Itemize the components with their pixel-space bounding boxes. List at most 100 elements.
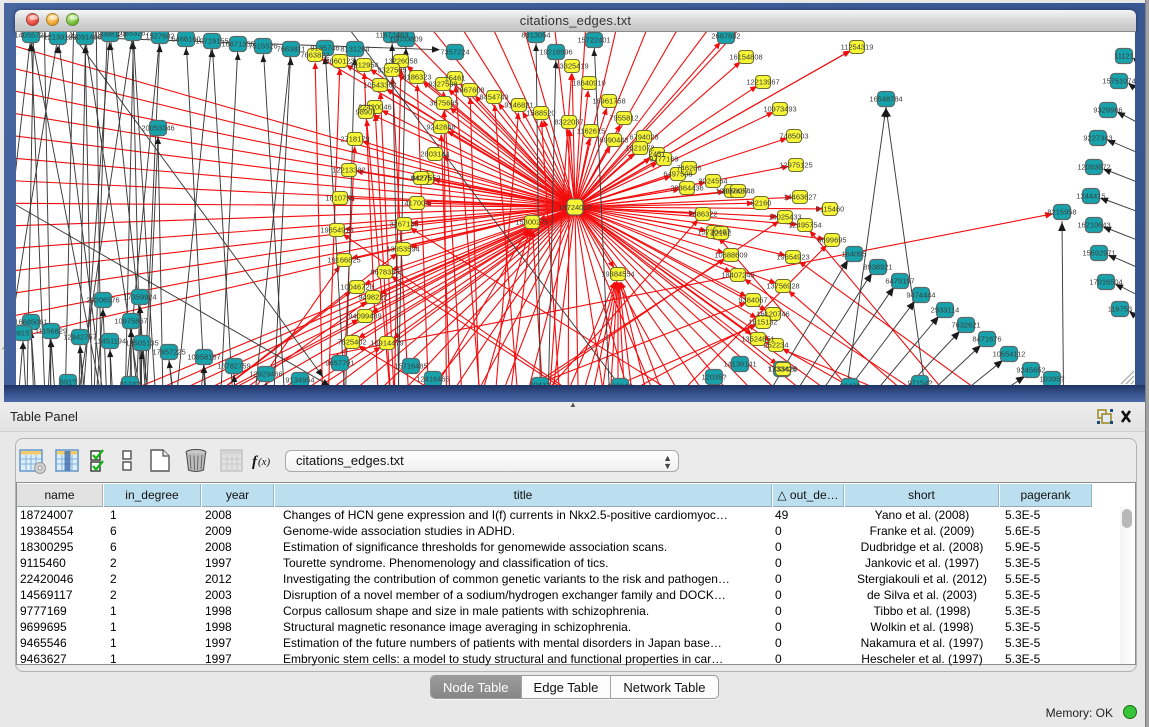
svg-text:10046728: 10046728 [340, 283, 373, 292]
svg-text:7632621: 7632621 [951, 321, 980, 330]
svg-text:94099489: 94099489 [348, 312, 381, 321]
svg-text:6990448: 6990448 [599, 136, 628, 145]
svg-text:12495754: 12495754 [788, 221, 821, 230]
svg-text:9327508: 9327508 [428, 80, 457, 89]
svg-text:17359924: 17359924 [123, 293, 156, 302]
svg-text:12975125: 12975125 [779, 161, 812, 170]
svg-text:19654913: 19654913 [320, 226, 353, 235]
svg-text:12923466: 12923466 [249, 370, 282, 379]
svg-text:7515526: 7515526 [248, 42, 277, 51]
svg-text:18640910: 18640910 [572, 79, 605, 88]
svg-text:10395?: 10395? [1039, 375, 1064, 384]
svg-text:7955812: 7955812 [609, 114, 638, 123]
svg-text:20206576: 20206576 [86, 296, 119, 305]
svg-text:1615132: 1615132 [748, 318, 777, 327]
svg-text:1588520: 1588520 [526, 109, 555, 118]
svg-text:12942757: 12942757 [63, 333, 96, 342]
svg-text:6479197: 6479197 [885, 277, 914, 286]
svg-text:417004: 417004 [404, 199, 429, 208]
svg-text:116753: 116753 [1108, 305, 1132, 314]
svg-text:17957225: 17957225 [152, 348, 185, 357]
svg-text:9498222: 9498222 [358, 293, 387, 302]
svg-text:1162615: 1162615 [577, 127, 606, 136]
svg-text:16961758: 16961758 [592, 97, 625, 106]
svg-text:3912954: 3912954 [349, 61, 378, 70]
svg-text:991?: 991? [60, 378, 77, 386]
svg-text:10688609: 10688609 [714, 251, 747, 260]
svg-text:9657791: 9657791 [325, 359, 354, 368]
svg-text:10033809: 10033809 [389, 35, 422, 44]
svg-text:17016504: 17016504 [1089, 278, 1122, 287]
svg-text:16685061: 16685061 [16, 318, 48, 327]
svg-text:1527602: 1527602 [145, 32, 174, 41]
svg-text:84275: 84275 [411, 174, 432, 183]
svg-text:13226058: 13226058 [384, 57, 417, 66]
svg-text:164095: 164095 [841, 250, 866, 259]
svg-text:746266: 746266 [676, 164, 701, 173]
svg-text:16548784: 16548784 [869, 95, 902, 104]
svg-text:1733426: 1733426 [768, 365, 797, 374]
svg-text:8186323: 8186323 [402, 73, 431, 82]
svg-text:15692971: 15692971 [1082, 249, 1115, 258]
svg-text:12093872: 12093872 [1077, 163, 1110, 172]
svg-text:9329966: 9329966 [1093, 106, 1122, 115]
svg-text:8678335: 8678335 [370, 268, 399, 277]
svg-text:8131264: 8131264 [340, 45, 369, 54]
svg-text:9242848: 9242848 [426, 123, 455, 132]
svg-text:15722401: 15722401 [577, 36, 610, 45]
svg-text:3915?: 3915? [16, 329, 33, 338]
svg-text:11156829: 11156829 [35, 327, 67, 336]
svg-text:12416465: 12416465 [416, 375, 449, 384]
svg-text:(x): (x) [258, 456, 271, 468]
svg-text:8471676: 8471676 [972, 335, 1001, 344]
svg-text:19166825: 19166825 [327, 256, 360, 265]
svg-text:9115460: 9115460 [816, 205, 845, 214]
svg-text:8215958: 8215958 [1047, 208, 1076, 217]
svg-text:2687682: 2687682 [711, 32, 740, 41]
svg-text:19218596: 19218596 [539, 48, 572, 57]
svg-text:9699695: 9699695 [817, 236, 846, 245]
svg-text:9245652: 9245652 [1016, 366, 1045, 375]
svg-text:6794028: 6794028 [629, 133, 658, 142]
svg-text:7625402: 7625402 [337, 338, 366, 347]
svg-text:12035?: 12035? [701, 373, 726, 382]
svg-text:2803144: 2803144 [420, 150, 449, 159]
svg-text:16154808: 16154808 [729, 53, 762, 62]
svg-text:2718179: 2718179 [340, 135, 369, 144]
svg-text:19384554: 19384554 [601, 270, 634, 279]
svg-text:19654923: 19654923 [776, 253, 809, 262]
svg-text:252234: 252234 [763, 341, 788, 350]
svg-text:7485003: 7485003 [779, 132, 808, 141]
svg-text:16914479: 16914479 [370, 339, 403, 348]
svg-text:13353594: 13353594 [386, 245, 419, 254]
svg-text:15751074: 15751074 [1102, 77, 1135, 86]
svg-text:9384067: 9384067 [738, 296, 767, 305]
svg-text:10654112: 10654112 [993, 350, 1026, 359]
svg-text:9134954: 9134954 [285, 376, 314, 385]
svg-text:9227343: 9227343 [1083, 134, 1112, 143]
svg-text:14463627: 14463627 [783, 193, 816, 202]
svg-text:1810755: 1810755 [325, 194, 354, 203]
svg-text:8322037: 8322037 [554, 118, 583, 127]
svg-text:7886322: 7886322 [688, 210, 717, 219]
svg-text:10958187: 10958187 [187, 353, 220, 362]
svg-text:14136141: 14136141 [723, 360, 756, 369]
svg-text:13325419: 13325419 [555, 62, 588, 71]
svg-text:3024554: 3024554 [698, 177, 727, 186]
svg-text:8813054: 8813054 [521, 32, 550, 40]
svg-text:16782759: 16782759 [217, 362, 250, 371]
svg-text:10543362: 10543362 [363, 81, 396, 90]
svg-text:3675685: 3675685 [429, 99, 458, 108]
svg-text:10680748: 10680748 [721, 187, 754, 196]
svg-text:12213967: 12213967 [746, 78, 779, 87]
svg-text:20053346: 20053346 [141, 124, 174, 133]
svg-text:98901: 98901 [356, 108, 377, 117]
svg-text:8938921: 8938921 [863, 263, 892, 272]
svg-text:15300275: 15300275 [515, 218, 548, 227]
svg-text:9474444: 9474444 [906, 291, 935, 300]
svg-text:12505135: 12505135 [125, 339, 158, 348]
svg-text:18724007: 18724007 [558, 203, 591, 212]
svg-text:10973493: 10973493 [763, 105, 796, 114]
svg-text:18407249: 18407249 [721, 271, 754, 280]
svg-text:7357224: 7357224 [440, 48, 469, 57]
